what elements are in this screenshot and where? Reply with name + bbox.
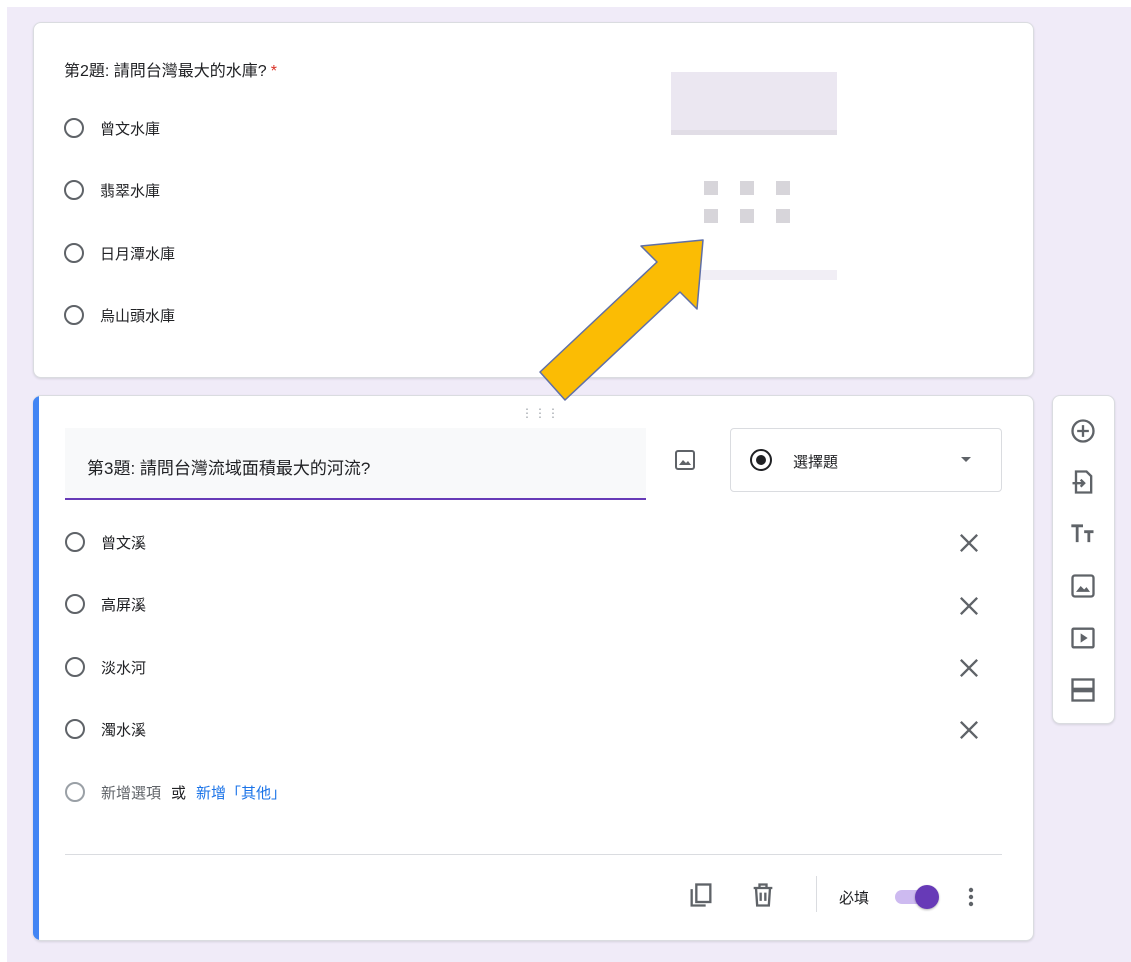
option-item[interactable]: 濁水溪: [65, 717, 146, 741]
question-card-2[interactable]: 第2題: 請問台灣最大的水庫? * 曾文水庫 翡翠水庫 日月潭水庫 烏山頭水庫: [33, 22, 1034, 378]
add-video-icon[interactable]: [1069, 624, 1097, 652]
question-title: 第2題: 請問台灣最大的水庫? *: [64, 57, 277, 81]
question-type-dropdown[interactable]: 選擇題: [730, 428, 1002, 492]
option-label[interactable]: 高屏溪: [101, 594, 146, 615]
option-item[interactable]: 曾文溪: [65, 530, 146, 554]
image-placeholder: [671, 72, 837, 282]
radio-button: [65, 594, 85, 614]
add-title-icon[interactable]: [1069, 520, 1097, 548]
footer-divider: [65, 854, 1002, 855]
add-other-button[interactable]: 新增「其他」: [196, 782, 286, 803]
placeholder-dot: [740, 209, 754, 223]
drag-handle-icon[interactable]: ⋮⋮⋮: [521, 406, 560, 420]
placeholder-bar: [671, 72, 837, 135]
add-question-icon[interactable]: [1069, 417, 1097, 445]
placeholder-dot: [704, 181, 718, 195]
or-label: 或: [171, 784, 187, 802]
radio-button-checked-icon: [750, 449, 772, 471]
radio-button[interactable]: [64, 118, 84, 138]
toggle-thumb: [915, 885, 939, 909]
radio-button: [65, 782, 85, 802]
import-questions-icon[interactable]: [1069, 468, 1097, 496]
question-title-input[interactable]: 第3題: 請問台灣流域面積最大的河流?: [87, 454, 370, 479]
footer-vertical-divider: [816, 876, 817, 912]
add-image-icon[interactable]: [673, 448, 697, 472]
option-label[interactable]: 濁水溪: [101, 719, 146, 740]
required-toggle[interactable]: [891, 885, 939, 909]
option-label[interactable]: 淡水河: [101, 657, 146, 678]
option-item[interactable]: 曾文水庫: [64, 116, 160, 140]
option-item[interactable]: 烏山頭水庫: [64, 303, 175, 327]
option-item[interactable]: 高屏溪: [65, 592, 146, 616]
question-card-3[interactable]: ⋮⋮⋮ 第3題: 請問台灣流域面積最大的河流? 選擇題 曾文溪 高屏溪 淡水河: [33, 395, 1034, 941]
placeholder-bar: [671, 270, 837, 280]
add-option-row[interactable]: 新增選項 或 新增「其他」: [65, 780, 286, 804]
placeholder-dot: [776, 209, 790, 223]
question-type-label: 選擇題: [793, 454, 839, 471]
option-label: 翡翠水庫: [100, 182, 161, 200]
close-icon[interactable]: [955, 654, 983, 682]
add-image-icon[interactable]: [1069, 572, 1097, 600]
placeholder-dot: [740, 181, 754, 195]
option-label[interactable]: 曾文溪: [101, 532, 146, 553]
radio-button: [65, 719, 85, 739]
close-icon[interactable]: [955, 716, 983, 744]
option-item[interactable]: 翡翠水庫: [64, 178, 160, 202]
question-toolbar: [1052, 395, 1115, 724]
required-label: 必填: [839, 890, 870, 907]
more-vert-icon[interactable]: [959, 883, 983, 911]
chevron-down-icon: [961, 457, 971, 462]
add-section-icon[interactable]: [1069, 676, 1097, 704]
placeholder-dot: [704, 209, 718, 223]
radio-button: [65, 657, 85, 677]
option-item[interactable]: 淡水河: [65, 655, 146, 679]
close-icon[interactable]: [955, 529, 983, 557]
placeholder-dot: [776, 181, 790, 195]
question-title-field[interactable]: 第3題: 請問台灣流域面積最大的河流?: [65, 428, 646, 500]
add-option-button[interactable]: 新增選項: [101, 782, 161, 803]
option-item[interactable]: 日月潭水庫: [64, 241, 175, 265]
radio-button: [65, 532, 85, 552]
radio-button[interactable]: [64, 243, 84, 263]
option-label: 曾文水庫: [100, 120, 161, 138]
required-asterisk: *: [270, 63, 277, 80]
option-label: 日月潭水庫: [100, 245, 176, 263]
duplicate-icon[interactable]: [687, 881, 715, 909]
option-label: 烏山頭水庫: [100, 307, 176, 325]
active-indicator: [33, 396, 39, 940]
question-title-text: 第2題: 請問台灣最大的水庫?: [64, 63, 267, 80]
delete-icon[interactable]: [749, 881, 777, 909]
radio-button[interactable]: [64, 305, 84, 325]
close-icon[interactable]: [955, 592, 983, 620]
radio-button[interactable]: [64, 180, 84, 200]
